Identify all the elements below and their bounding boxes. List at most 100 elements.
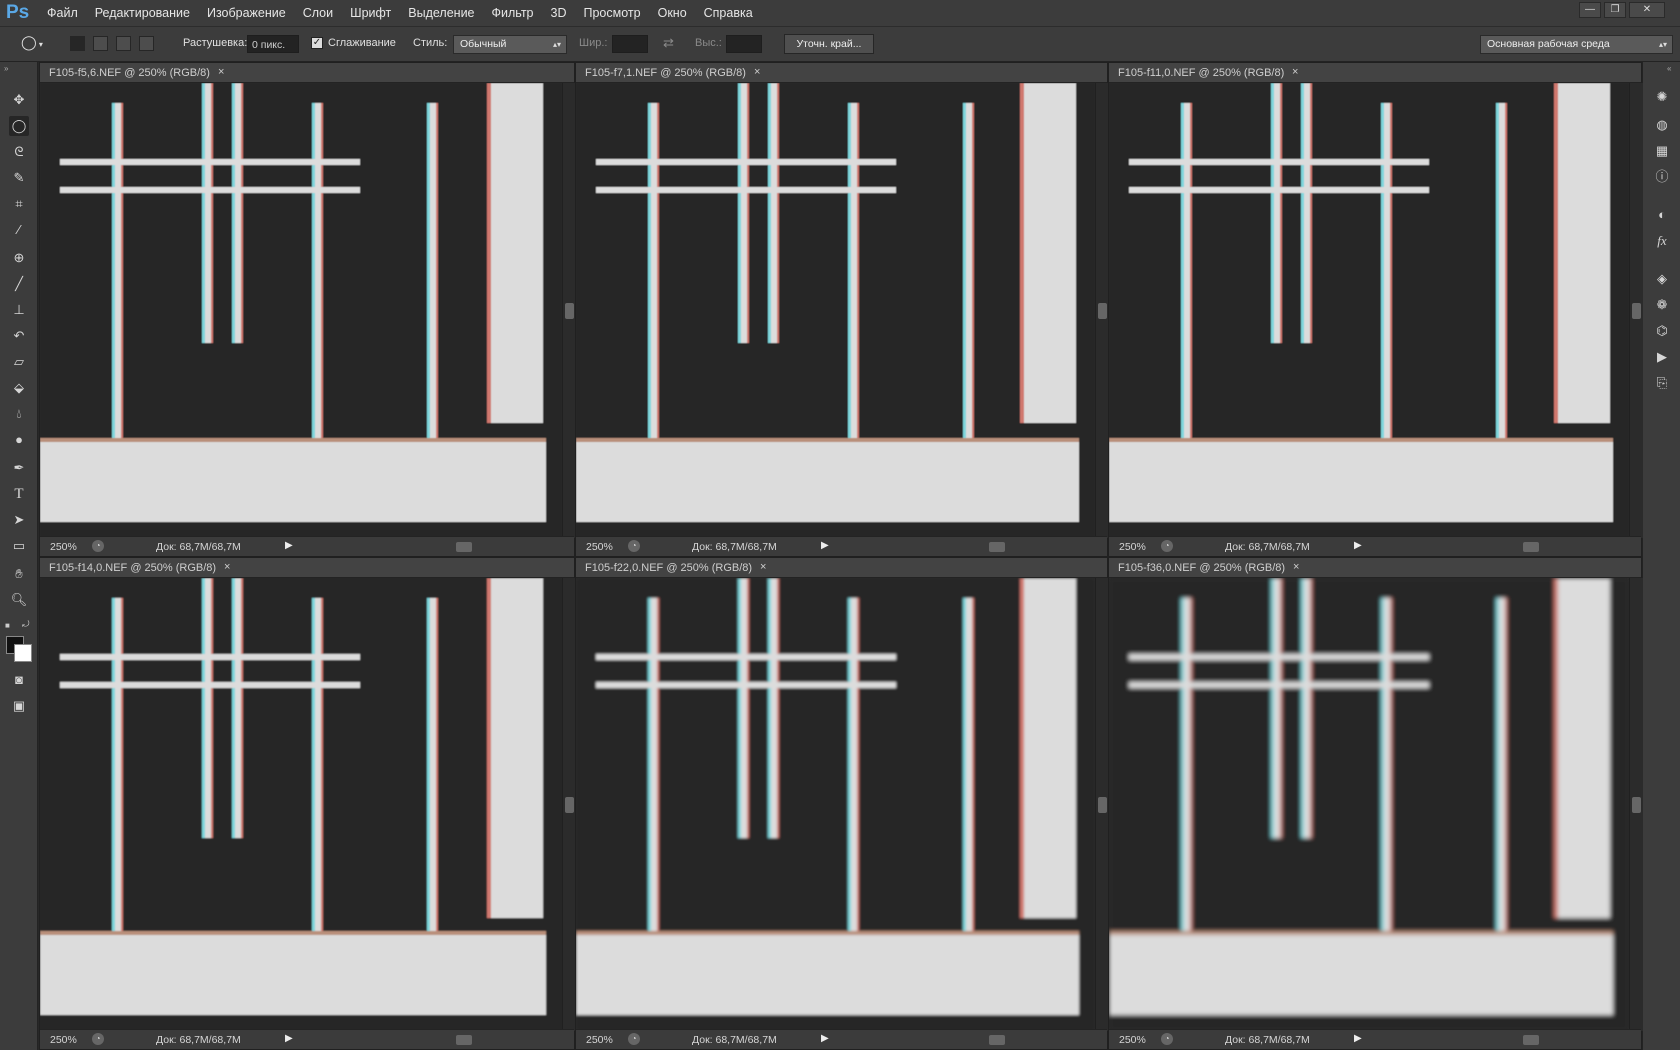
zoom-level[interactable]: 250% [586, 541, 613, 553]
add-selection-mode-button[interactable] [93, 36, 108, 51]
spot-healing-tool-icon[interactable]: ⊕ [9, 248, 29, 268]
clone-stamp-tool-icon[interactable]: ⊥ [9, 300, 29, 320]
zoom-level[interactable]: 250% [1119, 1034, 1146, 1046]
menu-edit[interactable]: Редактирование [95, 6, 190, 20]
vertical-scrollbar[interactable] [1629, 83, 1643, 538]
blur-tool-icon[interactable]: 💧︎ [9, 404, 29, 424]
close-document-icon[interactable]: × [1293, 561, 1299, 573]
new-selection-mode-button[interactable] [70, 36, 85, 51]
pen-tool-icon[interactable]: ✒︎ [9, 458, 29, 478]
status-menu-arrow-icon[interactable]: ▶ [1354, 1033, 1362, 1044]
document-canvas[interactable] [1109, 83, 1629, 538]
close-document-icon[interactable]: × [224, 561, 230, 573]
refine-edge-button[interactable]: Уточн. край... [784, 34, 874, 54]
path-selection-tool-icon[interactable]: ➤ [9, 510, 29, 530]
vertical-scrollbar[interactable] [1629, 578, 1643, 1031]
status-menu-arrow-icon[interactable]: ▶ [285, 540, 293, 551]
width-input[interactable] [612, 35, 648, 53]
menu-view[interactable]: Просмотр [584, 6, 641, 20]
screen-mode-icon[interactable]: ▣ [9, 696, 29, 716]
close-document-icon[interactable]: × [760, 561, 766, 573]
document-canvas[interactable] [576, 578, 1095, 1031]
grid-icon[interactable]: ▦ [1653, 142, 1671, 160]
quick-selection-tool-icon[interactable]: ✎ [9, 168, 29, 188]
adjustments-icon[interactable]: ◐ [1653, 206, 1671, 224]
history-icon[interactable]: ⎘ [1653, 374, 1671, 392]
eyedropper-tool-icon[interactable]: ⁄ [9, 220, 29, 240]
height-input[interactable] [726, 35, 762, 53]
close-button[interactable]: ✕ [1629, 2, 1665, 18]
menu-help[interactable]: Справка [704, 6, 753, 20]
print-size-icon[interactable]: ◔ [92, 1033, 104, 1045]
zoom-level[interactable]: 250% [586, 1034, 613, 1046]
eraser-tool-icon[interactable]: ▱ [9, 352, 29, 372]
scrollbar-thumb[interactable] [1098, 797, 1107, 813]
lasso-tool-icon[interactable]: ᘓ [9, 142, 29, 162]
actions-icon[interactable]: ▶ [1653, 348, 1671, 366]
move-tool-icon[interactable]: ✥ [9, 90, 29, 110]
history-brush-tool-icon[interactable]: ↶ [9, 326, 29, 346]
quick-mask-icon[interactable]: ◙ [9, 670, 29, 690]
print-size-icon[interactable]: ◔ [628, 540, 640, 552]
rectangle-tool-icon[interactable]: ▭ [9, 536, 29, 556]
menu-3d[interactable]: 3D [551, 6, 567, 20]
document-window[interactable]: F105-f22,0.NEF @ 250% (RGB/8) × 250% ◔ Док: … [575, 557, 1109, 1050]
scrollbar-thumb[interactable] [565, 303, 574, 319]
close-document-icon[interactable]: × [754, 66, 760, 78]
status-menu-arrow-icon[interactable]: ▶ [821, 1033, 829, 1044]
scrollbar-thumb[interactable] [1632, 303, 1641, 319]
menu-layers[interactable]: Слои [303, 6, 333, 20]
scrollbar-thumb[interactable] [1632, 797, 1641, 813]
menu-type[interactable]: Шрифт [350, 6, 391, 20]
menu-window[interactable]: Окно [658, 6, 687, 20]
intersect-selection-mode-button[interactable] [139, 36, 154, 51]
channels-icon[interactable]: ❁ [1653, 296, 1671, 314]
zoom-level[interactable]: 250% [50, 541, 77, 553]
horizontal-scrollbar-thumb[interactable] [989, 542, 1005, 552]
document-window[interactable]: F105-f14,0.NEF @ 250% (RGB/8) × 250% ◔ Док: … [39, 557, 576, 1050]
horizontal-scrollbar-thumb[interactable] [1523, 542, 1539, 552]
styles-icon[interactable]: fx [1653, 232, 1671, 250]
swap-colors-icon[interactable]: ⤾ [22, 619, 30, 630]
document-window[interactable]: F105-f7,1.NEF @ 250% (RGB/8) × 250% ◔ Док: 6… [575, 62, 1109, 557]
status-menu-arrow-icon[interactable]: ▶ [1354, 540, 1362, 551]
brush-tool-icon[interactable]: ╱ [9, 274, 29, 294]
type-tool-icon[interactable]: T [9, 484, 29, 504]
print-size-icon[interactable]: ◔ [1161, 1033, 1173, 1045]
paths-icon[interactable]: ⌬ [1653, 322, 1671, 340]
restore-button[interactable]: ❐ [1604, 2, 1626, 18]
document-tab[interactable]: F105-f14,0.NEF @ 250% (RGB/8) × [40, 558, 574, 578]
close-document-icon[interactable]: × [1292, 66, 1298, 78]
menu-file[interactable]: Файл [47, 6, 78, 20]
document-canvas[interactable] [1109, 578, 1629, 1031]
zoom-level[interactable]: 250% [50, 1034, 77, 1046]
style-select[interactable]: Обычный ▴▾ [453, 35, 567, 54]
document-canvas[interactable] [40, 83, 562, 538]
document-tab[interactable]: F105-f5,6.NEF @ 250% (RGB/8) × [40, 63, 574, 83]
document-window[interactable]: F105-f11,0.NEF @ 250% (RGB/8) × 250% ◔ Док: … [1108, 62, 1643, 557]
antialias-checkbox[interactable]: ✓ [311, 37, 323, 49]
horizontal-scrollbar-thumb[interactable] [1523, 1035, 1539, 1045]
vertical-scrollbar[interactable] [562, 83, 576, 538]
elliptical-marquee-tool-icon[interactable]: ◯ [9, 116, 29, 136]
zoom-tool-icon[interactable]: 🔍︎ [9, 590, 29, 610]
document-window[interactable]: F105-f36,0.NEF @ 250% (RGB/8) × 250% ◔ Док: … [1108, 557, 1643, 1050]
color-icon[interactable]: ✺ [1653, 88, 1671, 106]
background-color-swatch[interactable] [14, 644, 32, 662]
document-window[interactable]: F105-f5,6.NEF @ 250% (RGB/8) × 250% ◔ Док: 6… [39, 62, 576, 557]
feather-input[interactable]: 0 пикс. [247, 35, 299, 53]
swatches-icon[interactable]: ◍ [1653, 116, 1671, 134]
menu-select[interactable]: Выделение [408, 6, 474, 20]
close-document-icon[interactable]: × [218, 66, 224, 78]
document-tab[interactable]: F105-f11,0.NEF @ 250% (RGB/8) × [1109, 63, 1641, 83]
vertical-scrollbar[interactable] [562, 578, 576, 1031]
horizontal-scrollbar-thumb[interactable] [989, 1035, 1005, 1045]
status-menu-arrow-icon[interactable]: ▶ [285, 1033, 293, 1044]
document-tab[interactable]: F105-f22,0.NEF @ 250% (RGB/8) × [576, 558, 1107, 578]
collapse-panel-icon[interactable]: » [4, 64, 8, 73]
swap-dimensions-icon[interactable]: ⇄ [663, 35, 674, 51]
minimize-button[interactable]: — [1579, 2, 1601, 18]
expand-panels-icon[interactable]: « [1667, 64, 1671, 73]
dodge-tool-icon[interactable]: ● [9, 430, 29, 450]
menu-filter[interactable]: Фильтр [492, 6, 534, 20]
